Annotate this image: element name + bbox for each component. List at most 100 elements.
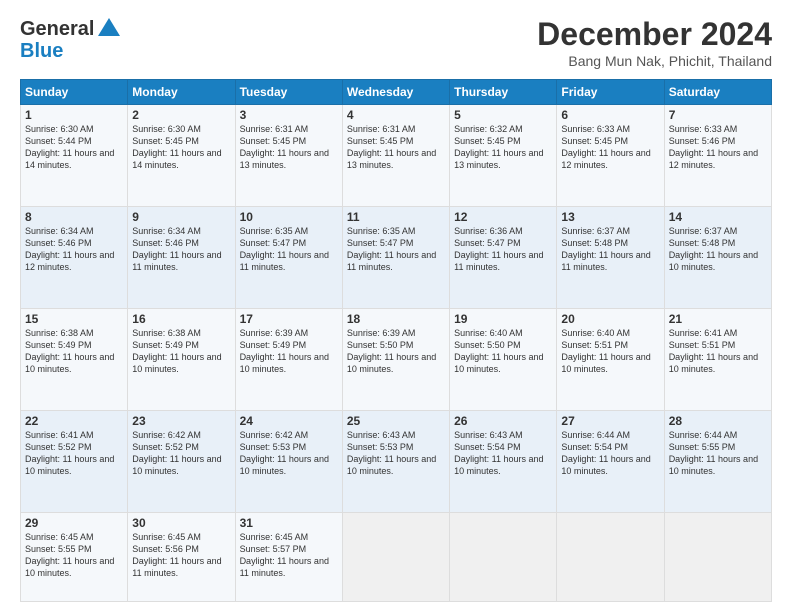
day-number: 24 — [240, 414, 338, 428]
cell-info: Sunrise: 6:40 AMSunset: 5:50 PMDaylight:… — [454, 328, 543, 374]
day-number: 19 — [454, 312, 552, 326]
cell-info: Sunrise: 6:33 AMSunset: 5:46 PMDaylight:… — [669, 124, 758, 170]
day-number: 31 — [240, 516, 338, 530]
table-row: 11 Sunrise: 6:35 AMSunset: 5:47 PMDaylig… — [342, 206, 449, 308]
table-row: 4 Sunrise: 6:31 AMSunset: 5:45 PMDayligh… — [342, 105, 449, 207]
cell-info: Sunrise: 6:42 AMSunset: 5:53 PMDaylight:… — [240, 430, 329, 476]
cell-info: Sunrise: 6:35 AMSunset: 5:47 PMDaylight:… — [240, 226, 329, 272]
day-number: 20 — [561, 312, 659, 326]
cell-info: Sunrise: 6:43 AMSunset: 5:54 PMDaylight:… — [454, 430, 543, 476]
day-number: 26 — [454, 414, 552, 428]
col-header-saturday: Saturday — [664, 80, 771, 105]
day-number: 1 — [25, 108, 123, 122]
cell-info: Sunrise: 6:37 AMSunset: 5:48 PMDaylight:… — [669, 226, 758, 272]
table-row: 21 Sunrise: 6:41 AMSunset: 5:51 PMDaylig… — [664, 308, 771, 410]
table-row: 18 Sunrise: 6:39 AMSunset: 5:50 PMDaylig… — [342, 308, 449, 410]
cell-info: Sunrise: 6:43 AMSunset: 5:53 PMDaylight:… — [347, 430, 436, 476]
table-row: 31 Sunrise: 6:45 AMSunset: 5:57 PMDaylig… — [235, 512, 342, 602]
day-number: 14 — [669, 210, 767, 224]
col-header-friday: Friday — [557, 80, 664, 105]
table-row: 12 Sunrise: 6:36 AMSunset: 5:47 PMDaylig… — [450, 206, 557, 308]
day-number: 15 — [25, 312, 123, 326]
cell-info: Sunrise: 6:41 AMSunset: 5:51 PMDaylight:… — [669, 328, 758, 374]
cell-info: Sunrise: 6:45 AMSunset: 5:56 PMDaylight:… — [132, 532, 221, 578]
table-row: 26 Sunrise: 6:43 AMSunset: 5:54 PMDaylig… — [450, 410, 557, 512]
page: General Blue December 2024 Bang Mun Nak,… — [0, 0, 792, 612]
day-number: 13 — [561, 210, 659, 224]
day-number: 27 — [561, 414, 659, 428]
cell-info: Sunrise: 6:45 AMSunset: 5:55 PMDaylight:… — [25, 532, 114, 578]
table-row: 24 Sunrise: 6:42 AMSunset: 5:53 PMDaylig… — [235, 410, 342, 512]
table-row: 8 Sunrise: 6:34 AMSunset: 5:46 PMDayligh… — [21, 206, 128, 308]
table-row: 27 Sunrise: 6:44 AMSunset: 5:54 PMDaylig… — [557, 410, 664, 512]
day-number: 10 — [240, 210, 338, 224]
day-number: 16 — [132, 312, 230, 326]
cell-info: Sunrise: 6:35 AMSunset: 5:47 PMDaylight:… — [347, 226, 436, 272]
cell-info: Sunrise: 6:40 AMSunset: 5:51 PMDaylight:… — [561, 328, 650, 374]
day-number: 25 — [347, 414, 445, 428]
cell-info: Sunrise: 6:31 AMSunset: 5:45 PMDaylight:… — [240, 124, 329, 170]
cell-info: Sunrise: 6:30 AMSunset: 5:44 PMDaylight:… — [25, 124, 114, 170]
day-number: 9 — [132, 210, 230, 224]
cell-info: Sunrise: 6:42 AMSunset: 5:52 PMDaylight:… — [132, 430, 221, 476]
cell-info: Sunrise: 6:44 AMSunset: 5:55 PMDaylight:… — [669, 430, 758, 476]
day-number: 8 — [25, 210, 123, 224]
table-row: 15 Sunrise: 6:38 AMSunset: 5:49 PMDaylig… — [21, 308, 128, 410]
day-number: 17 — [240, 312, 338, 326]
header: General Blue December 2024 Bang Mun Nak,… — [20, 16, 772, 69]
day-number: 11 — [347, 210, 445, 224]
cell-info: Sunrise: 6:38 AMSunset: 5:49 PMDaylight:… — [132, 328, 221, 374]
day-number: 7 — [669, 108, 767, 122]
day-number: 29 — [25, 516, 123, 530]
cell-info: Sunrise: 6:34 AMSunset: 5:46 PMDaylight:… — [25, 226, 114, 272]
logo: General Blue — [20, 16, 122, 62]
col-header-sunday: Sunday — [21, 80, 128, 105]
day-number: 4 — [347, 108, 445, 122]
logo-general: General — [20, 18, 94, 40]
cell-info: Sunrise: 6:39 AMSunset: 5:49 PMDaylight:… — [240, 328, 329, 374]
cell-info: Sunrise: 6:39 AMSunset: 5:50 PMDaylight:… — [347, 328, 436, 374]
table-row: 5 Sunrise: 6:32 AMSunset: 5:45 PMDayligh… — [450, 105, 557, 207]
cell-info: Sunrise: 6:38 AMSunset: 5:49 PMDaylight:… — [25, 328, 114, 374]
table-row: 13 Sunrise: 6:37 AMSunset: 5:48 PMDaylig… — [557, 206, 664, 308]
cell-info: Sunrise: 6:33 AMSunset: 5:45 PMDaylight:… — [561, 124, 650, 170]
day-number: 3 — [240, 108, 338, 122]
cell-info: Sunrise: 6:36 AMSunset: 5:47 PMDaylight:… — [454, 226, 543, 272]
month-title: December 2024 — [537, 16, 772, 53]
table-row — [664, 512, 771, 602]
table-row — [450, 512, 557, 602]
table-row: 16 Sunrise: 6:38 AMSunset: 5:49 PMDaylig… — [128, 308, 235, 410]
table-row: 30 Sunrise: 6:45 AMSunset: 5:56 PMDaylig… — [128, 512, 235, 602]
table-row: 17 Sunrise: 6:39 AMSunset: 5:49 PMDaylig… — [235, 308, 342, 410]
table-row: 3 Sunrise: 6:31 AMSunset: 5:45 PMDayligh… — [235, 105, 342, 207]
col-header-tuesday: Tuesday — [235, 80, 342, 105]
table-row: 29 Sunrise: 6:45 AMSunset: 5:55 PMDaylig… — [21, 512, 128, 602]
day-number: 23 — [132, 414, 230, 428]
logo-blue: Blue — [20, 40, 122, 62]
cell-info: Sunrise: 6:32 AMSunset: 5:45 PMDaylight:… — [454, 124, 543, 170]
cell-info: Sunrise: 6:41 AMSunset: 5:52 PMDaylight:… — [25, 430, 114, 476]
day-number: 28 — [669, 414, 767, 428]
day-number: 18 — [347, 312, 445, 326]
cell-info: Sunrise: 6:30 AMSunset: 5:45 PMDaylight:… — [132, 124, 221, 170]
col-header-wednesday: Wednesday — [342, 80, 449, 105]
cell-info: Sunrise: 6:34 AMSunset: 5:46 PMDaylight:… — [132, 226, 221, 272]
col-header-thursday: Thursday — [450, 80, 557, 105]
table-row — [557, 512, 664, 602]
col-header-monday: Monday — [128, 80, 235, 105]
day-number: 5 — [454, 108, 552, 122]
table-row: 20 Sunrise: 6:40 AMSunset: 5:51 PMDaylig… — [557, 308, 664, 410]
day-number: 30 — [132, 516, 230, 530]
day-number: 2 — [132, 108, 230, 122]
day-number: 21 — [669, 312, 767, 326]
table-row: 22 Sunrise: 6:41 AMSunset: 5:52 PMDaylig… — [21, 410, 128, 512]
title-block: December 2024 Bang Mun Nak, Phichit, Tha… — [537, 16, 772, 69]
logo-icon — [96, 16, 122, 42]
day-number: 22 — [25, 414, 123, 428]
cell-info: Sunrise: 6:45 AMSunset: 5:57 PMDaylight:… — [240, 532, 329, 578]
table-row: 10 Sunrise: 6:35 AMSunset: 5:47 PMDaylig… — [235, 206, 342, 308]
table-row: 23 Sunrise: 6:42 AMSunset: 5:52 PMDaylig… — [128, 410, 235, 512]
table-row: 14 Sunrise: 6:37 AMSunset: 5:48 PMDaylig… — [664, 206, 771, 308]
table-row: 9 Sunrise: 6:34 AMSunset: 5:46 PMDayligh… — [128, 206, 235, 308]
calendar-table: SundayMondayTuesdayWednesdayThursdayFrid… — [20, 79, 772, 602]
